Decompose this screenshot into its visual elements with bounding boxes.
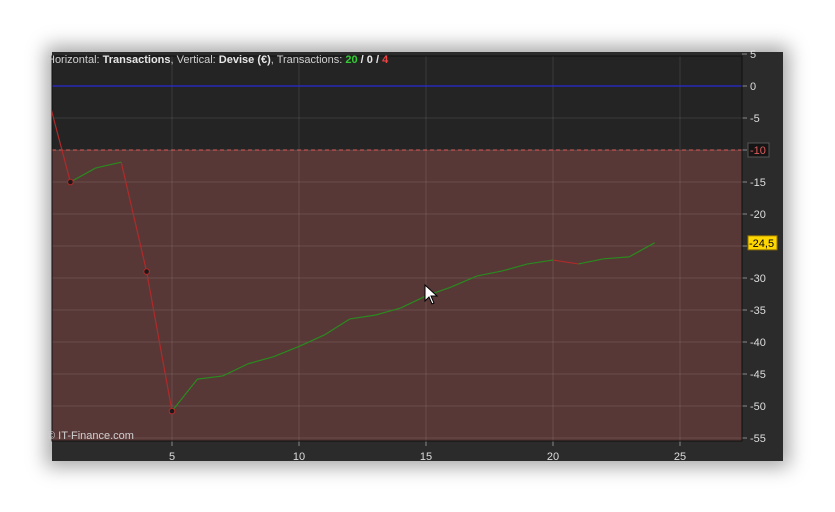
vertical-label: , Vertical: [170,54,219,66]
data-point [67,178,74,186]
x-tick-label: 20 [547,451,559,463]
drawdown-zone [52,150,742,441]
y-tick-label: -30 [750,273,766,285]
y-tick-label: 5 [750,49,756,61]
y-tick-label: -55 [750,433,766,445]
separator: / [357,54,367,66]
chart-title: Horizontal: Transactions, Vertical: Devi… [47,54,388,66]
threshold-label: -10 [750,145,766,157]
y-tick-label: -40 [750,337,766,349]
y-tick-label: -50 [750,401,766,413]
horizontal-label: Horizontal: [47,54,103,66]
x-tick-label: 5 [169,451,175,463]
horizontal-value: Transactions [102,54,171,66]
y-tick-label: 0 [750,81,756,93]
x-tick-label: 10 [293,451,305,463]
x-tick-label: 15 [420,451,432,463]
y-tick-label: -5 [750,113,760,125]
wins-count: 20 [345,54,358,66]
x-tick-label: 25 [674,451,686,463]
data-point [143,268,150,275]
y-tick-label: -15 [750,177,766,189]
separator: / [372,54,383,66]
vertical-value: Devise (€) [218,54,271,66]
current-value-label: -24,5 [749,238,774,250]
losses-count: 4 [382,54,389,66]
y-tick-label: -35 [750,305,766,317]
transactions-label: , Transactions: [270,54,346,66]
watermark: © IT-Finance.com [47,430,134,442]
y-tick-label: -20 [750,209,766,221]
data-point [168,407,176,415]
y-tick-label: -45 [750,369,766,381]
